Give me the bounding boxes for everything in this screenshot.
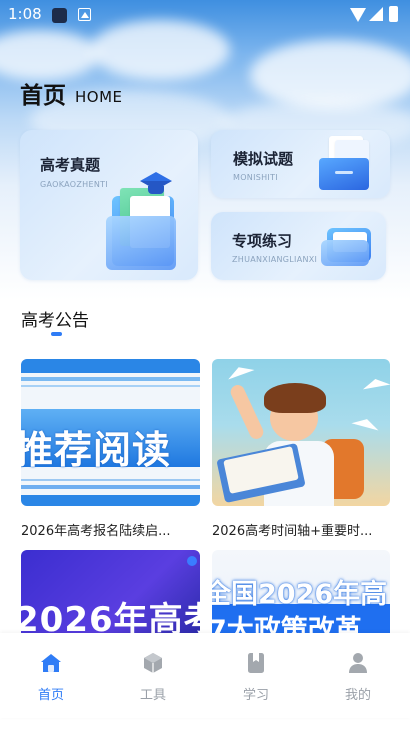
thumbnail-text: 推荐阅读 (21, 428, 172, 472)
page-title-en: HOME (75, 88, 123, 106)
nav-label: 学习 (242, 688, 269, 703)
news-thumbnail: 全国2026年高 7大政策改革 (212, 550, 390, 633)
card-title: 模拟试题 (233, 150, 294, 168)
card-title: 专项练习 (232, 232, 293, 250)
app-notification-icon (52, 8, 67, 23)
nav-item-tools[interactable]: 工具 (102, 633, 204, 718)
gallery-notification-icon (78, 8, 91, 21)
card-zhuanxiang-lianxi[interactable]: 专项练习 ZHUANXIANGLIANXI (211, 212, 386, 280)
page-title: 首页 (20, 83, 66, 109)
news-item[interactable]: 2026年高考 (21, 550, 200, 633)
nav-item-study[interactable]: 学习 (205, 633, 307, 718)
news-title: 2026高考时间轴+重要时... (212, 524, 373, 539)
card-subtitle: MONISHITI (233, 173, 278, 182)
folder-graduation-icon (100, 172, 195, 277)
card-title: 高考真题 (40, 156, 101, 174)
nav-item-home[interactable]: 首页 (0, 633, 102, 718)
nav-item-mine[interactable]: 我的 (307, 633, 409, 718)
signal-icon (369, 7, 383, 21)
folder-icon (321, 226, 373, 268)
card-moni-shiti[interactable]: 模拟试题 MONISHITI (211, 130, 390, 198)
thumbnail-text: 全国2026年高 (212, 579, 388, 610)
wifi-icon (350, 8, 366, 22)
person-icon (349, 653, 367, 673)
news-item[interactable]: 推荐阅读 2026年高考报名陆续启... (21, 359, 200, 539)
news-item[interactable]: 全国2026年高 7大政策改革 (212, 550, 390, 633)
news-title: 2026年高考报名陆续启... (21, 524, 171, 539)
cube-icon (144, 653, 162, 673)
nav-label: 首页 (37, 688, 64, 703)
book-icon (248, 653, 264, 673)
home-icon (41, 654, 61, 672)
section-title-announcements: 高考公告 (21, 311, 89, 331)
card-gaokao-zhenti[interactable]: 高考真题 GAOKAOZHENTI (20, 130, 198, 280)
thumbnail-text: 2026年高考 (21, 600, 200, 633)
news-thumbnail: 2026年高考 (21, 550, 200, 633)
nav-label: 我的 (344, 688, 371, 703)
section-underline (51, 332, 62, 336)
news-thumbnail: 推荐阅读 (21, 359, 200, 506)
card-subtitle: ZHUANXIANGLIANXI (232, 255, 318, 264)
status-time: 1:08 (8, 5, 42, 23)
bottom-nav: 首页 工具 学习 我的 (0, 633, 410, 718)
card-subtitle: GAOKAOZHENTI (40, 180, 108, 189)
file-cabinet-icon (315, 136, 375, 194)
battery-icon (389, 6, 398, 22)
news-item[interactable]: 2026高考时间轴+重要时... (212, 359, 390, 539)
news-thumbnail (212, 359, 390, 506)
status-bar: 1:08 (0, 0, 410, 30)
nav-label: 工具 (139, 688, 166, 703)
thumbnail-text: 7大政策改革 (212, 615, 362, 633)
